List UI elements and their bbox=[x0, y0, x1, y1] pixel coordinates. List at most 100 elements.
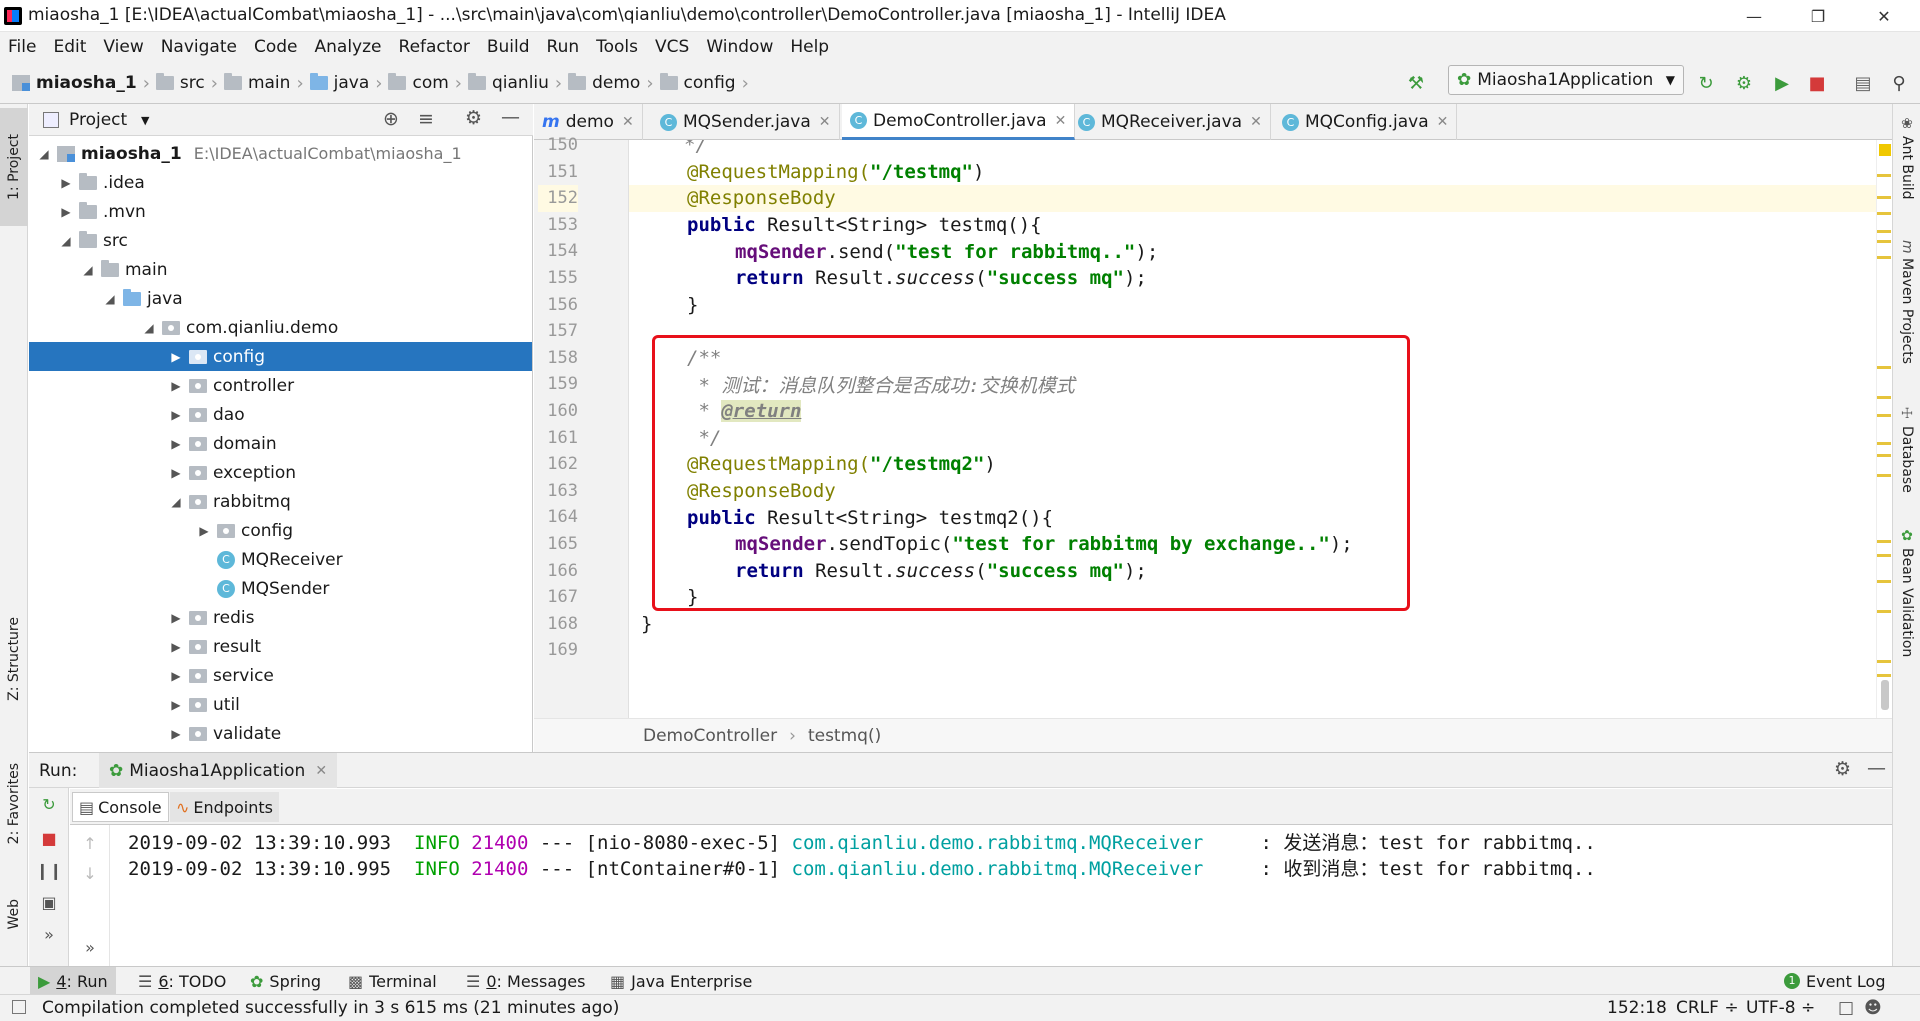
hide-panel-icon[interactable]: — bbox=[501, 106, 520, 128]
breadcrumb-item[interactable]: miaosha_1 › bbox=[12, 73, 150, 94]
breadcrumb-item[interactable]: src › bbox=[155, 73, 218, 94]
close-icon[interactable]: ✕ bbox=[1858, 0, 1910, 32]
arrow-down-icon[interactable]: ↓ bbox=[78, 861, 102, 885]
gear-icon[interactable]: ⚙ bbox=[1834, 758, 1851, 780]
locate-icon[interactable]: ⊕ bbox=[383, 108, 399, 130]
structure-tool-tab[interactable]: Z: Structure bbox=[0, 604, 28, 714]
project-structure-icon[interactable]: ▤ bbox=[1852, 72, 1874, 94]
tree-item-root[interactable]: ◢ miaosha_1 E:\IDEA\actualCombat\miaosha_1 bbox=[29, 139, 532, 168]
tree-item[interactable]: ▶ controller bbox=[29, 371, 532, 400]
tab-console[interactable]: ▤ Console bbox=[72, 792, 169, 822]
collapse-all-icon[interactable]: ≡ bbox=[418, 108, 434, 130]
tool-tab-todo[interactable]: ☰ 6: TODO bbox=[138, 967, 226, 995]
build-hammer-icon[interactable]: ⚒ bbox=[1405, 72, 1427, 94]
chevron-down-icon[interactable]: ▼ bbox=[141, 114, 149, 127]
maven-projects-tool-tab[interactable]: m Maven Projects bbox=[1893, 240, 1920, 364]
favorites-tool-tab[interactable]: 2: Favorites bbox=[0, 744, 28, 864]
tab-mqsender[interactable]: C MQSender.java ✕ bbox=[652, 104, 840, 140]
menu-vcs[interactable]: VCS bbox=[655, 37, 689, 57]
tree-item[interactable]: C MQReceiver bbox=[29, 545, 532, 574]
encoding-select[interactable]: UTF-8 ÷ bbox=[1746, 998, 1815, 1018]
tree-item[interactable]: ▶ dao bbox=[29, 400, 532, 429]
tool-tab-messages[interactable]: ☰ 0: Messages bbox=[466, 967, 585, 995]
tree-item[interactable]: ▶ config bbox=[29, 516, 532, 545]
tab-endpoints[interactable]: ∿ Endpoints bbox=[170, 792, 279, 822]
close-tab-icon[interactable]: ✕ bbox=[1055, 113, 1067, 129]
tree-item[interactable]: ▶ redis bbox=[29, 603, 532, 632]
tree-item[interactable]: ▶ .mvn bbox=[29, 197, 532, 226]
tree-item[interactable]: ▶ domain bbox=[29, 429, 532, 458]
tree-item[interactable]: ▶ result bbox=[29, 632, 532, 661]
close-tab-icon[interactable]: ✕ bbox=[1250, 114, 1262, 130]
menu-edit[interactable]: Edit bbox=[53, 37, 86, 57]
menu-analyze[interactable]: Analyze bbox=[315, 37, 382, 57]
breadcrumb-class[interactable]: DemoController bbox=[643, 726, 777, 746]
breadcrumb-item[interactable]: com › bbox=[388, 73, 462, 94]
inspector-icon[interactable]: ☻ bbox=[1864, 998, 1882, 1018]
menu-refactor[interactable]: Refactor bbox=[399, 37, 470, 57]
close-tab-icon[interactable]: ✕ bbox=[819, 114, 831, 130]
rerun-icon[interactable]: ↻ bbox=[1695, 72, 1717, 94]
more-icon[interactable]: » bbox=[78, 935, 102, 959]
menu-navigate[interactable]: Navigate bbox=[161, 37, 237, 57]
camera-icon[interactable]: ▣ bbox=[37, 890, 61, 914]
warning-indicator-icon[interactable] bbox=[1879, 144, 1891, 156]
hide-panel-icon[interactable]: — bbox=[1867, 757, 1886, 779]
tree-item[interactable]: ▶ service bbox=[29, 661, 532, 690]
scrollbar-thumb[interactable] bbox=[1881, 680, 1889, 710]
menu-help[interactable]: Help bbox=[790, 37, 829, 57]
tree-item[interactable]: ◢ rabbitmq bbox=[29, 487, 532, 516]
web-tool-tab[interactable]: Web bbox=[0, 884, 28, 944]
tree-item[interactable]: ◢ java bbox=[29, 284, 532, 313]
pause-icon[interactable]: ❙❙ bbox=[36, 858, 63, 882]
gear-icon[interactable]: ⚙ bbox=[465, 107, 482, 129]
tree-item[interactable]: ▶ validate bbox=[29, 719, 532, 748]
tool-tab-java-enterprise[interactable]: ▦ Java Enterprise bbox=[610, 967, 752, 995]
search-icon[interactable]: ⚲ bbox=[1888, 72, 1910, 94]
tab-mqreceiver[interactable]: C MQReceiver.java ✕ bbox=[1070, 104, 1271, 140]
database-tool-tab[interactable]: ☩ Database bbox=[1893, 406, 1920, 493]
stop-icon[interactable]: ■ bbox=[37, 826, 61, 850]
tab-mqconfig[interactable]: C MQConfig.java ✕ bbox=[1274, 104, 1458, 140]
tree-item-selected[interactable]: ▶ config bbox=[29, 342, 532, 371]
tree-item[interactable]: C MQSender bbox=[29, 574, 532, 603]
tool-tab-terminal[interactable]: ▩ Terminal bbox=[348, 967, 437, 995]
tree-item[interactable]: ◢ src bbox=[29, 226, 532, 255]
menu-file[interactable]: File bbox=[8, 37, 36, 57]
menu-view[interactable]: View bbox=[103, 37, 143, 57]
project-tool-tab[interactable]: 1: Project bbox=[0, 108, 28, 226]
minimize-icon[interactable]: — bbox=[1728, 0, 1780, 32]
event-log-button[interactable]: 1 Event Log bbox=[1784, 967, 1886, 995]
tool-tab-run[interactable]: ▶ 4: Run bbox=[30, 967, 116, 995]
arrow-up-icon[interactable]: ↑ bbox=[78, 831, 102, 855]
maximize-icon[interactable]: ❐ bbox=[1792, 0, 1844, 32]
tree-item[interactable]: ◢ main bbox=[29, 255, 532, 284]
tree-item[interactable]: ▶ exception bbox=[29, 458, 532, 487]
breadcrumb-item[interactable]: main › bbox=[223, 73, 304, 94]
tree-item[interactable]: ▶ .idea bbox=[29, 168, 532, 197]
menu-run[interactable]: Run bbox=[547, 37, 580, 57]
toggle-tool-windows-icon[interactable] bbox=[12, 1000, 26, 1014]
menu-window[interactable]: Window bbox=[706, 37, 773, 57]
run-with-coverage-icon[interactable]: ▶ bbox=[1771, 72, 1793, 94]
close-tab-icon[interactable]: ✕ bbox=[315, 763, 327, 779]
tree-item[interactable]: ◢ com.qianliu.demo bbox=[29, 313, 532, 342]
more-icon[interactable]: » bbox=[37, 922, 61, 946]
tree-item[interactable]: ▶ util bbox=[29, 690, 532, 719]
project-view-select[interactable]: Project bbox=[69, 110, 127, 130]
menu-code[interactable]: Code bbox=[254, 37, 298, 57]
breadcrumb-item[interactable]: qianliu › bbox=[467, 73, 562, 94]
rerun-icon[interactable]: ↻ bbox=[37, 792, 61, 816]
breadcrumb-item[interactable]: demo › bbox=[568, 73, 654, 94]
stop-icon[interactable]: ■ bbox=[1806, 72, 1828, 94]
breadcrumb-item[interactable]: java › bbox=[309, 73, 382, 94]
tool-tab-spring[interactable]: ✿ Spring bbox=[250, 967, 321, 995]
ant-build-tool-tab[interactable]: ❀ Ant Build bbox=[1893, 116, 1920, 200]
close-tab-icon[interactable]: ✕ bbox=[622, 114, 634, 130]
lock-icon[interactable]: □ bbox=[1838, 998, 1854, 1018]
bean-validation-tool-tab[interactable]: ✿ Bean Validation bbox=[1893, 528, 1920, 657]
tab-democontroller[interactable]: C DemoController.java ✕ bbox=[842, 104, 1076, 140]
line-separator-select[interactable]: CRLF ÷ bbox=[1676, 998, 1739, 1018]
breadcrumb-item[interactable]: config › bbox=[659, 73, 749, 94]
caret-position[interactable]: 152:18 bbox=[1607, 998, 1667, 1018]
